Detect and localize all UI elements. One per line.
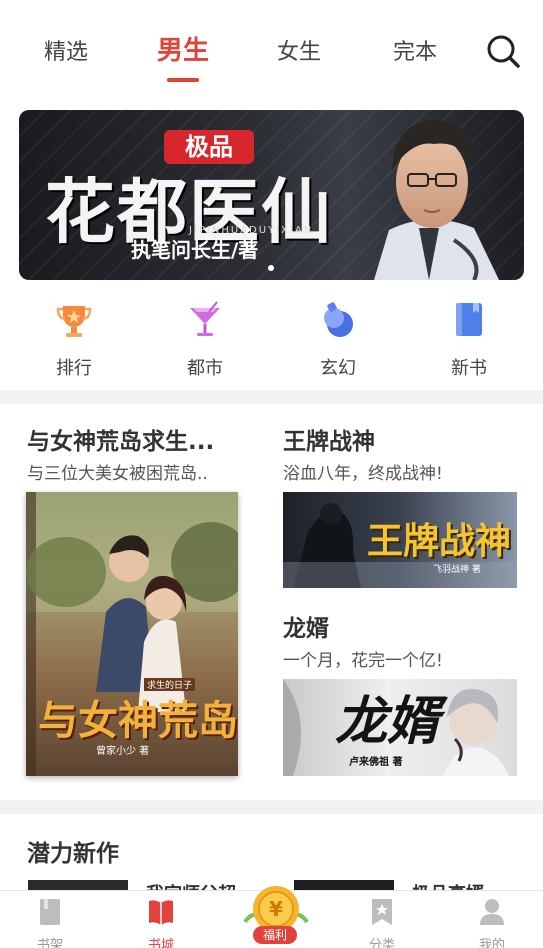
category-icon — [372, 899, 392, 925]
category-fantasy[interactable]: 玄幻 — [298, 300, 378, 380]
tab-male[interactable]: 男生 — [157, 30, 209, 67]
bookshelf-icon — [40, 899, 60, 925]
trophy-icon — [56, 306, 92, 337]
welfare-label[interactable]: 福利 — [253, 926, 297, 944]
top-tab-bar: 精选 男生 女生 完本 — [0, 0, 543, 100]
category-urban[interactable]: 都市 — [165, 300, 245, 380]
cover-title: 与女神荒岛 — [38, 697, 238, 744]
section-title: 潜力新作 — [27, 841, 119, 867]
category-ranking[interactable]: 排行 — [34, 300, 114, 380]
book-icon — [456, 303, 482, 336]
nav-bookstore[interactable]: 书城 — [126, 897, 196, 948]
cover-subtitle: 求生的日子 — [144, 678, 196, 691]
book-description: 浴血八年，终成战神! — [283, 464, 443, 484]
category-label: 都市 — [187, 358, 223, 379]
nav-bookshelf[interactable]: 书架 — [15, 897, 85, 948]
cover-author: 飞羽战神 著 — [433, 565, 481, 575]
banner-author: 执笔问长生/著 — [131, 238, 259, 262]
category-new-books[interactable]: 新书 — [429, 300, 509, 380]
book-cover[interactable]: 王牌战神 飞羽战神 著 — [283, 492, 517, 588]
search-icon[interactable] — [485, 33, 521, 69]
carousel-indicator-dot — [268, 265, 274, 271]
category-label: 玄幻 — [320, 358, 356, 379]
book-description: 与三位大美女被困荒岛.. — [27, 464, 208, 484]
nav-label: 书架 — [36, 938, 63, 948]
cover-title: 龙婿 — [335, 691, 440, 752]
book-cover[interactable]: 龙婿 卢来佛祖 著 — [283, 679, 517, 776]
book-description: 一个月，花完一个亿! — [283, 651, 443, 671]
category-label: 新书 — [451, 358, 487, 379]
nav-label: 我的 — [478, 938, 505, 948]
section-divider — [0, 800, 543, 814]
nav-label: 分类 — [368, 938, 395, 948]
nav-category[interactable]: 分类 — [347, 897, 417, 948]
potion-icon — [324, 302, 353, 337]
tab-completed[interactable]: 完本 — [393, 34, 437, 66]
cover-title: 王牌战神 — [367, 520, 512, 562]
nav-label: 书城 — [147, 938, 174, 948]
profile-icon — [480, 899, 504, 925]
banner-character-illustration — [374, 120, 499, 280]
book-title[interactable]: 龙婿 — [283, 609, 523, 643]
tab-featured[interactable]: 精选 — [44, 34, 88, 66]
category-label: 排行 — [56, 358, 92, 379]
bookstore-icon — [149, 900, 173, 925]
active-tab-indicator — [167, 78, 199, 82]
cover-author: 曾家小少 著 — [96, 746, 150, 757]
promo-banner[interactable]: 极品 花都医仙 JIPINHUADUYIXIAN 执笔问长生/著 — [19, 110, 524, 280]
nav-profile[interactable]: 我的 — [457, 897, 527, 948]
cover-author: 卢来佛祖 著 — [349, 757, 403, 768]
cocktail-icon — [190, 301, 220, 336]
book-cover[interactable]: 与女神荒岛 求生的日子 曾家小少 著 — [26, 492, 238, 776]
book-title[interactable]: 王牌战神 — [283, 422, 523, 456]
section-divider — [0, 390, 543, 404]
book-title[interactable]: 与女神荒岛求生... — [27, 422, 257, 456]
svg-text:¥: ¥ — [269, 897, 283, 921]
tab-female[interactable]: 女生 — [277, 34, 321, 66]
